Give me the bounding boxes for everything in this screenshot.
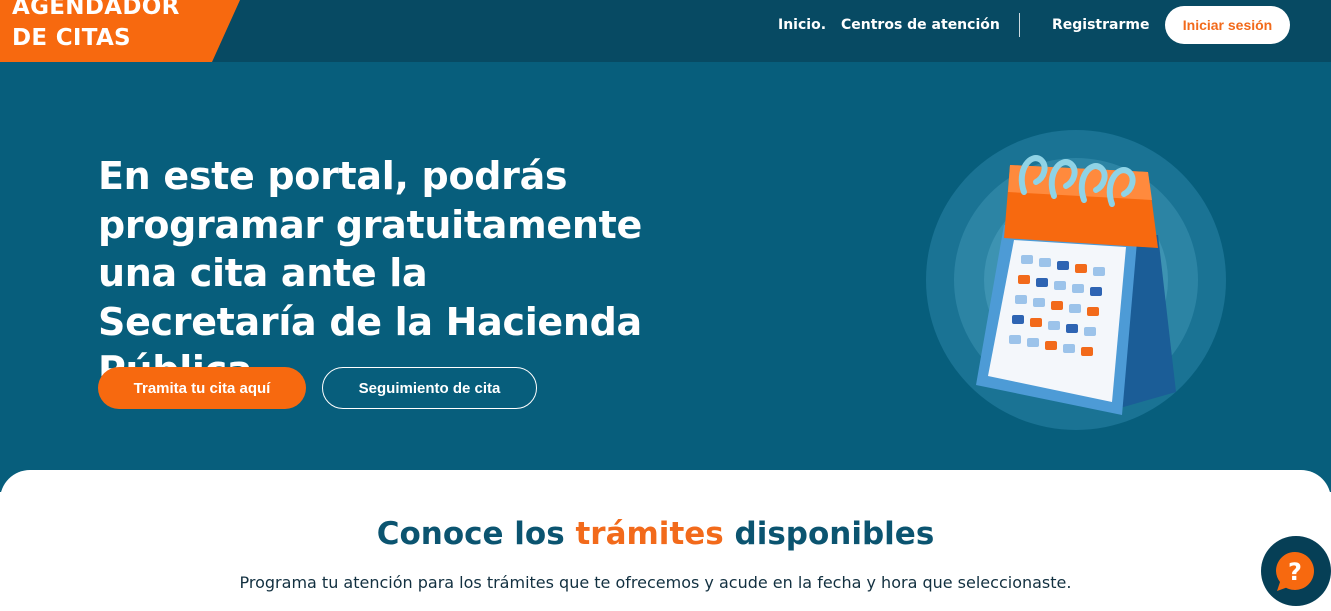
calendar-icon (926, 130, 1226, 434)
nav-link-inicio[interactable]: Inicio. (778, 17, 826, 33)
nav-registrarme-wrap: Registrarme (1052, 0, 1149, 50)
nav-centros-wrap: Centros de atención (841, 0, 1000, 50)
hero-title: En este portal, podrás programar gratuit… (98, 154, 642, 392)
nav-link-registrarme[interactable]: Registrarme (1052, 17, 1149, 33)
nav-divider (1019, 13, 1020, 37)
question-chat-icon: ? (1261, 536, 1331, 606)
section-title-part2: disponibles (734, 516, 935, 552)
section-title-part1: Conoce los (376, 516, 565, 552)
section-title-highlight: trámites (575, 516, 724, 552)
nav-link-centros-de-atencion[interactable]: Centros de atención (841, 17, 1000, 33)
seguimiento-cita-button[interactable]: Seguimiento de cita (322, 367, 537, 409)
section-subtitle: Programa tu atención para los trámites q… (239, 573, 1072, 592)
nav-inicio-wrap: Inicio. (778, 0, 826, 50)
tramita-cita-button[interactable]: Tramita tu cita aquí (98, 367, 306, 409)
login-button[interactable]: Iniciar sesión (1165, 6, 1290, 44)
logo-text: AGENDADOR DE CITAS (12, 0, 180, 54)
top-navbar: AGENDADOR DE CITAS Inicio. Centros de at… (0, 0, 1331, 62)
logo-line-1: AGENDADOR (12, 0, 180, 20)
section-title: Conoce los trámites disponibles (0, 516, 1311, 552)
logo-line-2: DE CITAS (12, 25, 131, 51)
svg-text:?: ? (1288, 558, 1302, 586)
help-button[interactable]: ? (1260, 536, 1331, 607)
logo[interactable]: AGENDADOR DE CITAS (0, 0, 240, 62)
